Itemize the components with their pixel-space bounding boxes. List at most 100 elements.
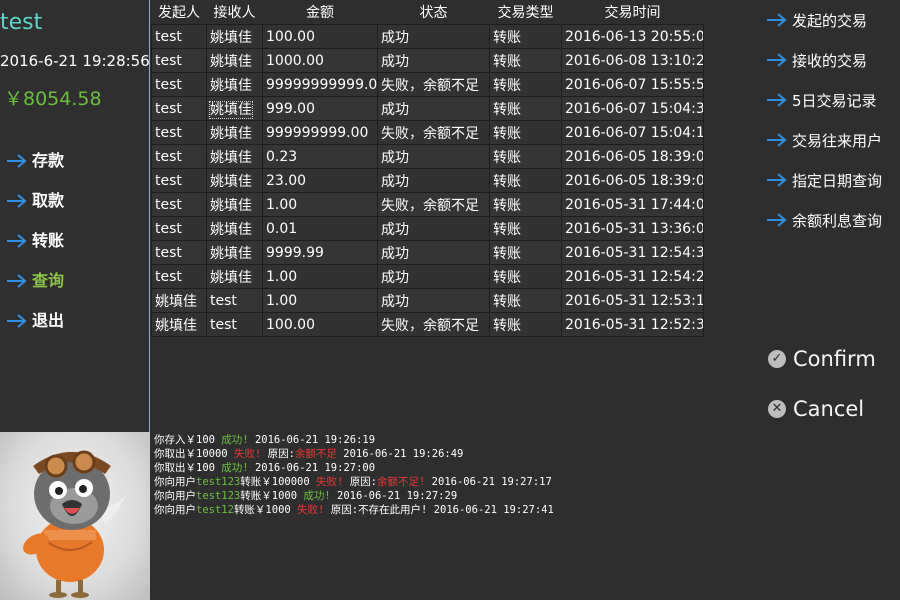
table-row[interactable]: 姚填佳 test 1.00 成功 转账 2016-05-31 12:53:17 bbox=[151, 288, 704, 313]
cell-status: 失败，余额不足 bbox=[377, 72, 490, 97]
column-header-type[interactable]: 交易类型 bbox=[489, 0, 562, 25]
log-status: 成功! bbox=[221, 462, 249, 474]
cell-type: 转账 bbox=[489, 168, 562, 193]
cell-time: 2016-05-31 12:53:17 bbox=[561, 288, 704, 313]
query-balance-interest[interactable]: 余额利息查询 bbox=[766, 208, 882, 232]
log-time: 2016-06-21 19:26:19 bbox=[254, 434, 376, 446]
query-by-date[interactable]: 指定日期查询 bbox=[766, 168, 882, 192]
column-header-initiator[interactable]: 发起人 bbox=[151, 0, 207, 25]
cell-status: 成功 bbox=[377, 240, 490, 265]
query-label: 余额利息查询 bbox=[792, 211, 883, 230]
cell-status: 失败，余额不足 bbox=[377, 120, 490, 145]
log-time: 2016-06-21 19:27:00 bbox=[254, 462, 376, 474]
cell-amount: 23.00 bbox=[262, 168, 378, 193]
log-reason-label: 原因: bbox=[349, 476, 378, 488]
cell-status: 失败，余额不足 bbox=[377, 312, 490, 337]
cell-amount: 0.23 bbox=[262, 144, 378, 169]
nav-item-exit[interactable]: 退出 bbox=[0, 308, 150, 348]
main-nav: 存款 取款 转账 查询 退出 bbox=[0, 148, 150, 348]
query-label: 交易往来用户 bbox=[792, 131, 883, 150]
query-initiated-transactions[interactable]: 发起的交易 bbox=[766, 8, 867, 32]
table-row[interactable]: test 姚填佳 1.00 失败，余额不足 转账 2016-05-31 17:44:02 bbox=[151, 192, 704, 217]
cell-status: 失败，余额不足 bbox=[377, 192, 490, 217]
log-text: 转账￥1000 bbox=[240, 490, 304, 502]
nav-label: 转账 bbox=[32, 231, 65, 250]
cell-status: 成功 bbox=[377, 144, 490, 169]
cell-receiver: 姚填佳 bbox=[206, 264, 263, 289]
arrow-right-icon bbox=[7, 234, 27, 248]
cancel-label: Cancel bbox=[793, 397, 865, 421]
log-status: 失败! bbox=[297, 504, 325, 516]
arrow-right-icon bbox=[767, 53, 787, 67]
log-reason-label: 原因: bbox=[267, 448, 295, 460]
x-circle-icon: ✕ bbox=[768, 400, 786, 418]
table-row[interactable]: test 姚填佳 999999999.00 失败，余额不足 转账 2016-06-07 1… bbox=[151, 120, 704, 145]
table-row[interactable]: 姚填佳 test 100.00 失败，余额不足 转账 2016-05-31 12:52:3… bbox=[151, 312, 704, 337]
cell-receiver: 姚填佳 bbox=[206, 120, 263, 145]
table-row[interactable]: test 姚填佳 0.01 成功 转账 2016-05-31 13:36:09 bbox=[151, 216, 704, 241]
cell-receiver: test bbox=[206, 312, 263, 337]
cell-receiver: 姚填佳 bbox=[206, 192, 263, 217]
cell-receiver: 姚填佳 bbox=[206, 240, 263, 265]
log-text: 你存入￥100 bbox=[154, 434, 222, 446]
query-label: 发起的交易 bbox=[792, 11, 868, 30]
cell-amount: 999999999.00 bbox=[262, 120, 378, 145]
column-header-status[interactable]: 状态 bbox=[377, 0, 490, 25]
cell-status: 成功 bbox=[377, 96, 490, 121]
cell-receiver: 姚填佳 bbox=[206, 96, 263, 121]
log-status: 成功! bbox=[221, 434, 249, 446]
log-text: 你向用户 bbox=[154, 490, 196, 502]
table-row[interactable]: test 姚填佳 999.00 成功 转账 2016-06-07 15:04:35 bbox=[151, 96, 704, 121]
cell-time: 2016-05-31 12:54:20 bbox=[561, 264, 704, 289]
log-user: test123 bbox=[196, 490, 241, 502]
table-row[interactable]: test 姚填佳 1000.00 成功 转账 2016-06-08 13:10:27 bbox=[151, 48, 704, 73]
log-user: test123 bbox=[196, 476, 241, 488]
avatar bbox=[0, 432, 150, 600]
nav-item-deposit[interactable]: 存款 bbox=[0, 148, 150, 188]
log-text: 你取出￥10000 bbox=[154, 448, 234, 460]
left-panel: test 2016-6-21 19:28:56 ￥8054.58 存款 取款 转… bbox=[0, 0, 150, 600]
cancel-button[interactable]: ✕ Cancel bbox=[768, 397, 864, 421]
cell-status: 成功 bbox=[377, 264, 490, 289]
cell-receiver: test bbox=[206, 288, 263, 313]
cell-initiator: test bbox=[151, 72, 207, 97]
table-row[interactable]: test 姚填佳 9999.99 成功 转账 2016-05-31 12:54:36 bbox=[151, 240, 704, 265]
column-header-receiver[interactable]: 接收人 bbox=[206, 0, 263, 25]
cell-type: 转账 bbox=[489, 216, 562, 241]
nav-item-query[interactable]: 查询 bbox=[0, 268, 150, 308]
table-row[interactable]: test 姚填佳 99999999999.00 失败，余额不足 转账 2016-06-07… bbox=[151, 72, 704, 97]
cell-type: 转账 bbox=[489, 96, 562, 121]
cell-amount: 99999999999.00 bbox=[262, 72, 378, 97]
username: test bbox=[0, 10, 43, 35]
nav-label: 退出 bbox=[32, 311, 65, 330]
query-counterparties[interactable]: 交易往来用户 bbox=[766, 128, 882, 152]
cell-time: 2016-05-31 12:54:36 bbox=[561, 240, 704, 265]
query-5day-records[interactable]: 5日交易记录 bbox=[766, 88, 877, 112]
query-label: 5日交易记录 bbox=[792, 91, 877, 110]
cell-type: 转账 bbox=[489, 264, 562, 289]
confirm-button[interactable]: ✓ Confirm bbox=[768, 347, 876, 371]
cell-type: 转账 bbox=[489, 120, 562, 145]
table-row[interactable]: test 姚填佳 0.23 成功 转账 2016-06-05 18:39:06 bbox=[151, 144, 704, 169]
log-time: 2016-06-21 19:27:41 bbox=[433, 504, 554, 516]
column-header-amount[interactable]: 金额 bbox=[262, 0, 378, 25]
query-received-transactions[interactable]: 接收的交易 bbox=[766, 48, 867, 72]
cell-type: 转账 bbox=[489, 72, 562, 97]
cell-initiator: test bbox=[151, 216, 207, 241]
cell-type: 转账 bbox=[489, 288, 562, 313]
log-time: 2016-06-21 19:27:29 bbox=[337, 490, 458, 502]
table-row[interactable]: test 姚填佳 23.00 成功 转账 2016-06-05 18:39:01 bbox=[151, 168, 704, 193]
table-row[interactable]: test 姚填佳 100.00 成功 转账 2016-06-13 20:55:08 bbox=[151, 24, 704, 49]
nav-label: 存款 bbox=[32, 151, 65, 170]
log-reason: 不存在此用户! bbox=[358, 504, 428, 516]
nav-item-transfer[interactable]: 转账 bbox=[0, 228, 150, 268]
cell-amount: 100.00 bbox=[262, 312, 378, 337]
nav-item-withdraw[interactable]: 取款 bbox=[0, 188, 150, 228]
transaction-table-area: 发起人 接收人 金额 状态 交易类型 交易时间 test 姚填佳 100.00 成功转… bbox=[151, 0, 704, 337]
query-label: 指定日期查询 bbox=[792, 171, 883, 190]
query-label: 接收的交易 bbox=[792, 51, 868, 70]
cell-time: 2016-06-05 18:39:01 bbox=[561, 168, 704, 193]
cell-type: 转账 bbox=[489, 312, 562, 337]
column-header-time[interactable]: 交易时间 bbox=[561, 0, 704, 25]
table-row[interactable]: test 姚填佳 1.00 成功 转账 2016-05-31 12:54:20 bbox=[151, 264, 704, 289]
